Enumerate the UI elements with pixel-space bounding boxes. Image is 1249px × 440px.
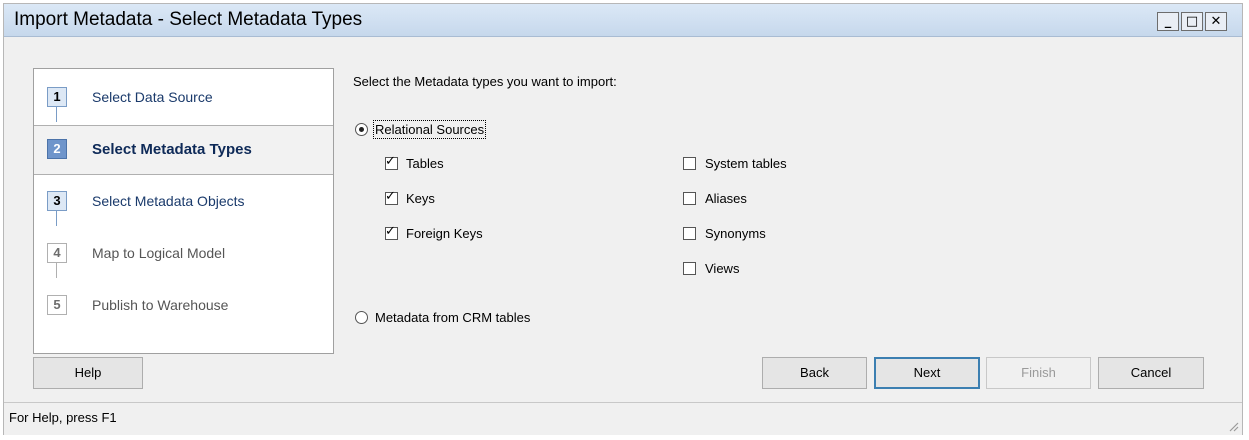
wizard-steps-panel: 1 Select Data Source 2 Select Metadata T… xyxy=(33,68,334,354)
next-button[interactable]: Next xyxy=(874,357,980,389)
maximize-button[interactable]: □ xyxy=(1181,12,1203,31)
step-number: 3 xyxy=(47,191,67,211)
system-tables-checkbox[interactable] xyxy=(683,157,696,170)
wizard-step-select-metadata-types[interactable]: 2 Select Metadata Types xyxy=(34,125,333,175)
radio-selected-dot xyxy=(359,127,364,132)
tables-label[interactable]: Tables xyxy=(406,156,444,171)
import-metadata-window: Import Metadata - Select Metadata Types … xyxy=(3,3,1243,435)
keys-checkbox[interactable]: ✓ xyxy=(385,189,398,205)
step-label: Select Metadata Objects xyxy=(92,193,245,209)
step-label: Publish to Warehouse xyxy=(92,297,229,313)
system-tables-label[interactable]: System tables xyxy=(705,156,787,171)
crm-tables-radio[interactable] xyxy=(355,311,368,324)
foreign-keys-label[interactable]: Foreign Keys xyxy=(406,226,483,241)
resize-grip-icon[interactable] xyxy=(1227,420,1239,432)
step-label: Select Data Source xyxy=(92,89,213,105)
close-button[interactable]: ✕ xyxy=(1205,12,1227,31)
step-number: 2 xyxy=(47,139,67,159)
tables-checkbox[interactable]: ✓ xyxy=(385,154,398,170)
cancel-button[interactable]: Cancel xyxy=(1098,357,1204,389)
check-icon: ✓ xyxy=(385,189,396,204)
aliases-label[interactable]: Aliases xyxy=(705,191,747,206)
synonyms-checkbox[interactable] xyxy=(683,227,696,240)
aliases-checkbox[interactable] xyxy=(683,192,696,205)
foreign-keys-checkbox[interactable]: ✓ xyxy=(385,224,398,240)
back-button[interactable]: Back xyxy=(762,357,867,389)
synonyms-label[interactable]: Synonyms xyxy=(705,226,766,241)
status-text: For Help, press F1 xyxy=(9,410,117,425)
window-title: Import Metadata - Select Metadata Types xyxy=(14,9,363,30)
relational-sources-label[interactable]: Relational Sources xyxy=(372,120,487,139)
minimize-button[interactable]: _ xyxy=(1157,12,1179,31)
title-bar[interactable]: Import Metadata - Select Metadata Types … xyxy=(4,4,1242,37)
relational-sources-radio[interactable] xyxy=(355,123,368,136)
step-label: Map to Logical Model xyxy=(92,245,226,261)
help-button[interactable]: Help xyxy=(33,357,143,389)
check-icon: ✓ xyxy=(385,154,396,169)
finish-button: Finish xyxy=(986,357,1091,389)
views-label[interactable]: Views xyxy=(705,261,739,276)
import-prompt: Select the Metadata types you want to im… xyxy=(353,74,617,89)
check-icon: ✓ xyxy=(385,224,396,239)
wizard-step-select-metadata-objects[interactable]: 3 Select Metadata Objects xyxy=(34,177,333,227)
wizard-step-select-data-source[interactable]: 1 Select Data Source xyxy=(34,73,333,123)
wizard-step-publish-to-warehouse: 5 Publish to Warehouse xyxy=(34,281,333,331)
step-label: Select Metadata Types xyxy=(92,141,252,158)
step-number: 4 xyxy=(47,243,67,263)
step-number: 1 xyxy=(47,87,67,107)
step-number: 5 xyxy=(47,295,67,315)
views-checkbox[interactable] xyxy=(683,262,696,275)
keys-label[interactable]: Keys xyxy=(406,191,435,206)
crm-tables-label[interactable]: Metadata from CRM tables xyxy=(375,310,530,325)
status-bar: For Help, press F1 xyxy=(4,402,1242,435)
wizard-step-map-to-logical-model: 4 Map to Logical Model xyxy=(34,229,333,279)
